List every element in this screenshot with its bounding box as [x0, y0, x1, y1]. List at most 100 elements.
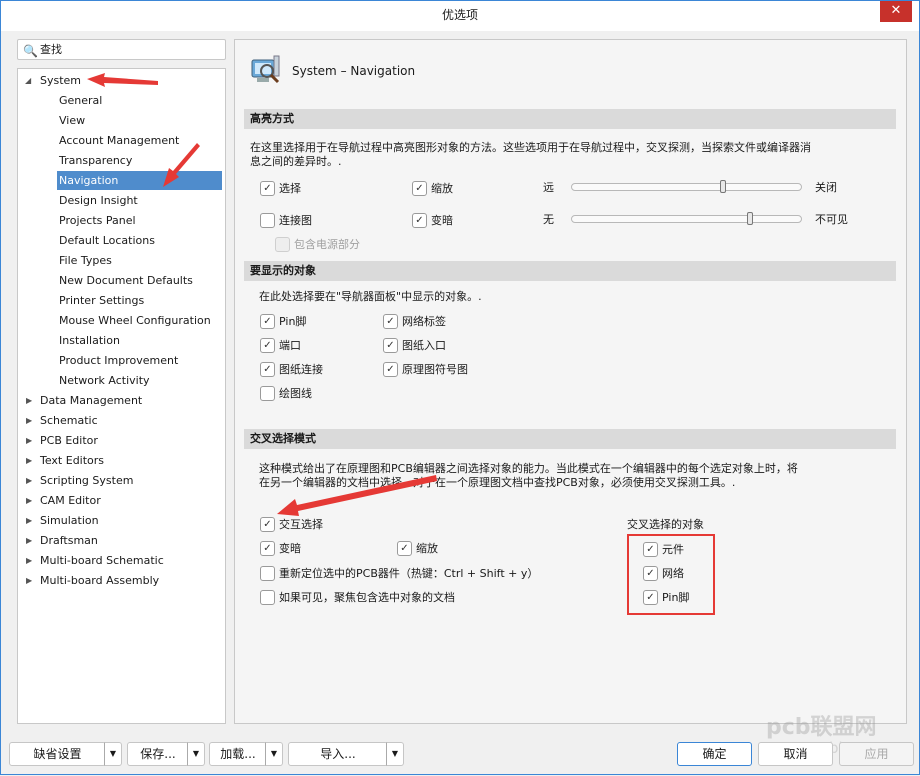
tree-item-general[interactable]: General — [59, 91, 102, 110]
checkbox-box[interactable]: ✓ — [260, 516, 275, 532]
tree-item-schematic[interactable]: Schematic — [40, 411, 98, 430]
collapsed-arrow-icon[interactable]: ▶ — [26, 456, 32, 465]
tree-item-account-management[interactable]: Account Management — [59, 131, 179, 150]
checkbox-label: 如果可见，聚焦包含选中对象的文档 — [279, 591, 455, 604]
ok-button[interactable]: 确定 — [677, 742, 752, 766]
tree-item-draftsman[interactable]: Draftsman — [40, 531, 98, 550]
checkbox-connect[interactable]: 连接图 — [260, 212, 312, 228]
tree-item-new-document-defaults[interactable]: New Document Defaults — [59, 271, 193, 290]
navigation-icon — [251, 55, 280, 84]
tree-item-pcb-editor[interactable]: PCB Editor — [40, 431, 98, 450]
collapsed-arrow-icon[interactable]: ▶ — [26, 476, 32, 485]
preferences-tree: ◢ System General View Account Management Tran… — [17, 68, 226, 724]
tree-item-transparency[interactable]: Transparency — [59, 151, 132, 170]
checkbox-object[interactable]: ✓ 端口 — [260, 337, 301, 353]
checkbox-box[interactable]: ✓ — [260, 361, 275, 377]
collapsed-arrow-icon[interactable]: ▶ — [26, 556, 32, 565]
checkbox-label: 变暗 — [431, 214, 453, 227]
checkbox-select[interactable]: ✓ 选择 — [260, 180, 301, 196]
defaults-button[interactable]: 缺省设置 — [9, 742, 106, 766]
checkbox-object[interactable]: ✓ 图纸入口 — [383, 337, 446, 353]
collapsed-arrow-icon[interactable]: ▶ — [26, 436, 32, 445]
collapsed-arrow-icon[interactable]: ▶ — [26, 496, 32, 505]
load-button[interactable]: 加载... — [209, 742, 267, 766]
collapsed-arrow-icon[interactable]: ▶ — [26, 416, 32, 425]
import-button[interactable]: 导入... — [288, 742, 388, 766]
tree-item-data-management[interactable]: Data Management — [40, 391, 142, 410]
search-input[interactable]: 🔍 查找 — [17, 39, 226, 60]
tree-item-design-insight[interactable]: Design Insight — [59, 191, 138, 210]
tree-item-default-locations[interactable]: Default Locations — [59, 231, 155, 250]
checkbox-box[interactable] — [260, 212, 275, 228]
tree-item-scripting-system[interactable]: Scripting System — [40, 471, 133, 490]
checkbox-box[interactable]: ✓ — [260, 313, 275, 329]
checkbox-box[interactable]: ✓ — [383, 313, 398, 329]
tree-item-printer-settings[interactable]: Printer Settings — [59, 291, 144, 310]
checkbox-object[interactable]: ✓ 原理图符号图 — [383, 361, 468, 377]
checkbox-label: 缩放 — [416, 542, 438, 555]
dropdown-arrow-icon: ▼ — [192, 749, 200, 758]
tree-item-network-activity[interactable]: Network Activity — [59, 371, 150, 390]
tree-item-mouse-wheel-configuration[interactable]: Mouse Wheel Configuration — [59, 311, 211, 330]
tree-item-file-types[interactable]: File Types — [59, 251, 112, 270]
dropdown-arrow-icon: ▼ — [391, 749, 399, 758]
collapsed-arrow-icon[interactable]: ▶ — [26, 576, 32, 585]
tree-item-system[interactable]: System — [40, 71, 81, 90]
checkbox-object[interactable]: ✓ 图纸连接 — [260, 361, 323, 377]
checkbox-box[interactable]: ✓ — [260, 180, 275, 196]
checkbox-box[interactable]: ✓ — [412, 180, 427, 196]
checkbox-object[interactable]: 绘图线 — [260, 385, 312, 401]
import-dropdown[interactable]: ▼ — [386, 742, 404, 766]
tree-item-installation[interactable]: Installation — [59, 331, 120, 350]
defaults-dropdown[interactable]: ▼ — [104, 742, 122, 766]
checkbox-focus[interactable]: 如果可见，聚焦包含选中对象的文档 — [260, 589, 455, 605]
checkbox-box[interactable] — [260, 589, 275, 605]
dim-slider[interactable] — [571, 212, 802, 225]
tree-item-projects-panel[interactable]: Projects Panel — [59, 211, 136, 230]
checkbox-cross-select[interactable]: ✓ 交互选择 — [260, 516, 323, 532]
preferences-dialog: 优选项 ✕ 🔍 查找 ◢ System General View Account Mana… — [0, 0, 920, 775]
collapsed-arrow-icon[interactable]: ▶ — [26, 516, 32, 525]
checkbox-relocate[interactable]: 重新定位选中的PCB器件（热键：Ctrl + Shift + y） — [260, 565, 538, 581]
close-icon: ✕ — [890, 3, 902, 18]
checkbox-dim[interactable]: ✓ 变暗 — [412, 212, 453, 228]
tree-item-cam-editor[interactable]: CAM Editor — [40, 491, 101, 510]
tree-item-navigation[interactable]: Navigation — [57, 171, 222, 190]
cross-objects-label: 交叉选择的对象 — [627, 518, 704, 531]
checkbox-box[interactable]: ✓ — [383, 361, 398, 377]
checkbox-zoom[interactable]: ✓ 缩放 — [412, 180, 453, 196]
checkbox-label: 包含电源部分 — [294, 238, 360, 251]
slider-thumb[interactable] — [746, 212, 753, 225]
checkbox-box[interactable] — [260, 565, 275, 581]
apply-button[interactable]: 应用 — [839, 742, 914, 766]
checkbox-cross-zoom[interactable]: ✓ 缩放 — [397, 540, 438, 556]
load-dropdown[interactable]: ▼ — [265, 742, 283, 766]
zoom-slider[interactable] — [571, 180, 802, 193]
collapsed-arrow-icon[interactable]: ▶ — [26, 536, 32, 545]
collapsed-arrow-icon[interactable]: ▶ — [26, 396, 32, 405]
tree-item-product-improvement[interactable]: Product Improvement — [59, 351, 178, 370]
checkbox-label: 原理图符号图 — [402, 363, 468, 376]
tree-item-text-editors[interactable]: Text Editors — [40, 451, 104, 470]
checkbox-object[interactable]: ✓ 网络标签 — [383, 313, 446, 329]
zoom-slider-max-label: 关闭 — [815, 181, 837, 194]
tree-item-multi-board-schematic[interactable]: Multi-board Schematic — [40, 551, 164, 570]
cancel-button[interactable]: 取消 — [758, 742, 833, 766]
checkbox-box[interactable]: ✓ — [397, 540, 412, 556]
save-dropdown[interactable]: ▼ — [187, 742, 205, 766]
checkbox-box[interactable] — [260, 385, 275, 401]
checkbox-cross-dim[interactable]: ✓ 变暗 — [260, 540, 301, 556]
checkbox-object[interactable]: ✓ Pin脚 — [260, 313, 306, 329]
checkbox-box[interactable]: ✓ — [260, 337, 275, 353]
checkbox-box[interactable]: ✓ — [260, 540, 275, 556]
close-button[interactable]: ✕ — [880, 1, 912, 22]
tree-item-multi-board-assembly[interactable]: Multi-board Assembly — [40, 571, 159, 590]
slider-thumb[interactable] — [719, 180, 726, 193]
checkbox-label: 缩放 — [431, 182, 453, 195]
expanded-arrow-icon[interactable]: ◢ — [25, 76, 31, 85]
tree-item-simulation[interactable]: Simulation — [40, 511, 99, 530]
checkbox-box[interactable]: ✓ — [412, 212, 427, 228]
checkbox-box[interactable]: ✓ — [383, 337, 398, 353]
tree-item-view[interactable]: View — [59, 111, 85, 130]
save-button[interactable]: 保存... — [127, 742, 189, 766]
